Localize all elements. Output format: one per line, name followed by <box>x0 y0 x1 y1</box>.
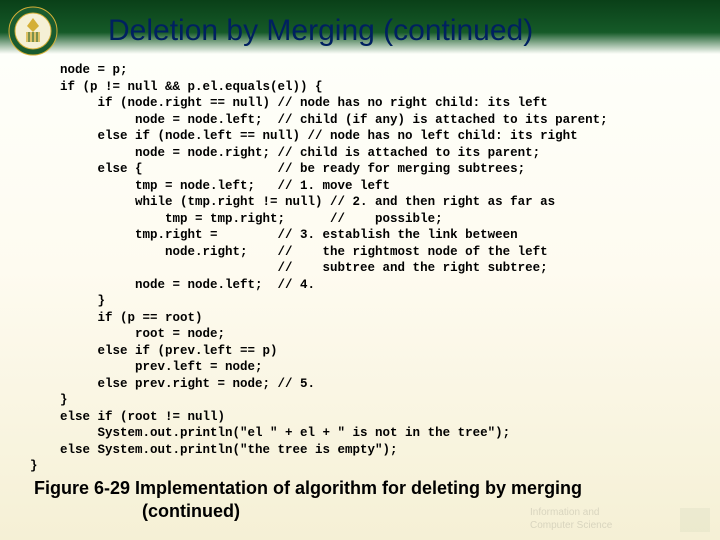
code-line: node = p; <box>30 63 128 77</box>
code-line: } <box>30 294 105 308</box>
code-line: } <box>30 459 38 473</box>
code-line: prev.left = node; <box>30 360 263 374</box>
code-line: else prev.right = node; // 5. <box>30 377 315 391</box>
code-line: tmp = node.left; // 1. move left <box>30 179 390 193</box>
code-line: else System.out.println("the tree is emp… <box>30 443 398 457</box>
svg-text:Computer Science: Computer Science <box>530 520 613 531</box>
code-line: else if (root != null) <box>30 410 225 424</box>
code-line: System.out.println("el " + el + " is not… <box>30 426 510 440</box>
code-line: root = node; <box>30 327 225 341</box>
code-line: // subtree and the right subtree; <box>30 261 548 275</box>
svg-text:Information and: Information and <box>530 507 600 518</box>
code-line: node = node.right; // child is attached … <box>30 146 540 160</box>
university-logo <box>8 6 58 56</box>
code-line: if (node.right == null) // node has no r… <box>30 96 548 110</box>
code-line: tmp.right = // 3. establish the link bet… <box>30 228 518 242</box>
code-line: while (tmp.right != null) // 2. and then… <box>30 195 555 209</box>
code-line: else if (node.left == null) // node has … <box>30 129 578 143</box>
code-line: tmp = tmp.right; // possible; <box>30 212 443 226</box>
footer-watermark: Information and Computer Science <box>520 500 720 540</box>
caption-line-2: (continued) <box>142 501 240 521</box>
code-listing: node = p; if (p != null && p.el.equals(e… <box>30 62 720 475</box>
slide-title: Deletion by Merging (continued) <box>108 14 533 48</box>
code-line: if (p != null && p.el.equals(el)) { <box>30 80 323 94</box>
caption-line-1: Figure 6-29 Implementation of algorithm … <box>34 478 582 498</box>
code-line: node = node.left; // child (if any) is a… <box>30 113 608 127</box>
code-line: else { // be ready for merging subtrees; <box>30 162 525 176</box>
code-line: } <box>30 393 68 407</box>
code-line: else if (prev.left == p) <box>30 344 278 358</box>
code-line: node = node.left; // 4. <box>30 278 315 292</box>
code-line: node.right; // the rightmost node of the… <box>30 245 548 259</box>
slide-header: Deletion by Merging (continued) <box>0 0 720 58</box>
code-line: if (p == root) <box>30 311 203 325</box>
